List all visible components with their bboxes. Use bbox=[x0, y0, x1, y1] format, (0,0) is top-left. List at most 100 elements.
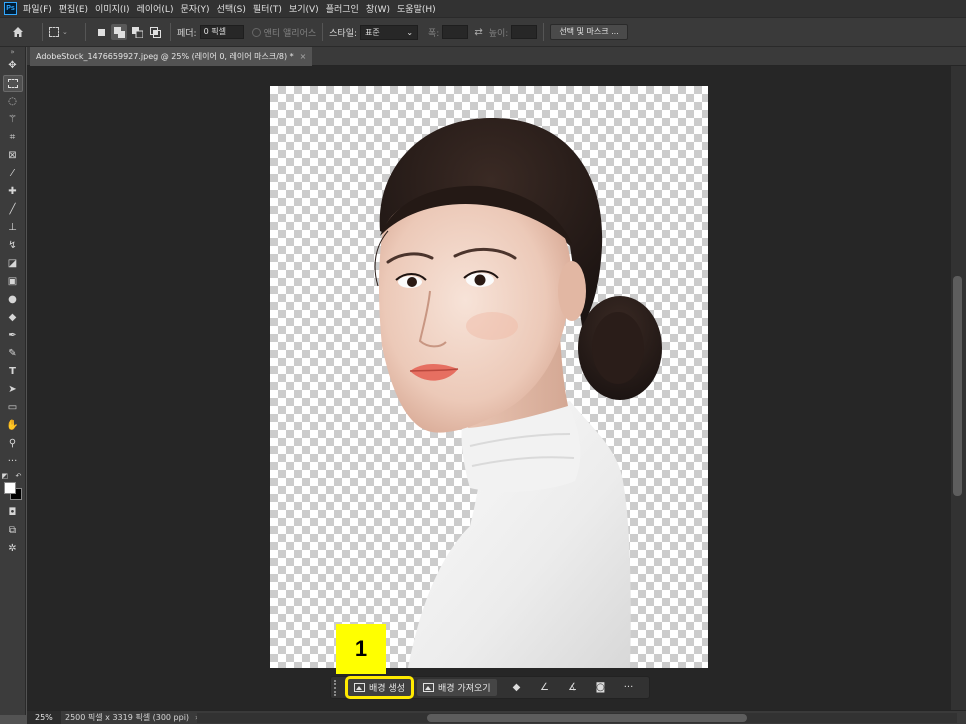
divider bbox=[322, 23, 324, 41]
menu-view[interactable]: 보기(V) bbox=[287, 2, 324, 15]
frame-tool-icon[interactable]: ⊠ bbox=[3, 147, 23, 164]
spot-healing-brush-icon[interactable]: ✚ bbox=[3, 183, 23, 200]
document-info: 2500 픽셀 x 3319 픽셀 (300 ppi) bbox=[65, 713, 190, 722]
menu-image[interactable]: 이미지(I) bbox=[93, 2, 135, 15]
close-icon[interactable]: × bbox=[300, 47, 307, 66]
default-colors-icon[interactable]: ◩ bbox=[2, 472, 9, 480]
menu-bar: Ps 파일(F) 편집(E) 이미지(I) 레이어(L) 문자(Y) 선택(S)… bbox=[0, 0, 966, 17]
fill-bucket-icon[interactable]: ◆ bbox=[506, 679, 528, 696]
add-selection-icon bbox=[113, 26, 125, 38]
feather-label: 페더: bbox=[177, 28, 197, 39]
pen-tool-alt-icon[interactable]: ✎ bbox=[3, 345, 23, 362]
new-selection-icon bbox=[97, 28, 105, 36]
document-tab[interactable]: AdobeStock_1476659927.jpeg @ 25% (레이어 0,… bbox=[30, 47, 313, 66]
drag-handle[interactable] bbox=[334, 679, 340, 696]
gradient-tool-icon[interactable]: ▣ bbox=[3, 273, 23, 290]
new-selection-button[interactable] bbox=[93, 24, 109, 40]
edit-toolbar-icon[interactable]: ··· bbox=[3, 453, 23, 470]
brush-subtract-icon[interactable]: ∡ bbox=[562, 679, 584, 696]
antialias-label: 앤티 앨리어스 bbox=[263, 28, 317, 39]
import-image-icon bbox=[422, 683, 434, 692]
menu-select[interactable]: 선택(S) bbox=[215, 2, 251, 15]
divider bbox=[543, 23, 545, 41]
divider bbox=[85, 23, 86, 41]
layer-mask-icon[interactable]: ◙ bbox=[590, 679, 612, 696]
tools-panel: » ✥ ◌ ⚚ ⌗ ⊠ ⁄ ✚ ╱ ⊥ ↯ ◪ ▣ ● ◆ ✒ ✎ T ➤ ▭ … bbox=[0, 47, 26, 715]
pen-tool-icon[interactable]: ✒ bbox=[3, 327, 23, 344]
subtract-selection-icon bbox=[131, 26, 143, 38]
foreground-color-swatch[interactable] bbox=[3, 482, 16, 494]
clone-stamp-tool-icon[interactable]: ⊥ bbox=[3, 219, 23, 236]
swap-icon[interactable]: ⇄ bbox=[474, 27, 482, 38]
menu-window[interactable]: 창(W) bbox=[364, 2, 395, 15]
document-tab-strip: AdobeStock_1476659927.jpeg @ 25% (레이어 0,… bbox=[27, 47, 966, 66]
chevron-down-icon: ⌄ bbox=[62, 28, 68, 36]
screen-mode-icon[interactable]: ⧉ bbox=[3, 522, 23, 539]
zoom-level[interactable]: 25% bbox=[27, 710, 61, 724]
menu-filter[interactable]: 필터(T) bbox=[251, 2, 287, 15]
dodge-tool-icon[interactable]: ◆ bbox=[3, 309, 23, 326]
vertical-scrollbar-thumb[interactable] bbox=[953, 276, 962, 496]
generative-fill-icon[interactable]: ✲ bbox=[3, 540, 23, 557]
intersect-selection-button[interactable] bbox=[147, 24, 163, 40]
menu-layer[interactable]: 레이어(L) bbox=[135, 2, 179, 15]
height-input[interactable] bbox=[511, 25, 538, 39]
image-icon bbox=[354, 683, 365, 692]
document-tab-title: AdobeStock_1476659927.jpeg @ 25% (레이어 0,… bbox=[36, 52, 294, 61]
crop-tool-icon[interactable]: ⌗ bbox=[3, 129, 23, 146]
divider bbox=[42, 23, 43, 41]
style-select[interactable]: 표준 ⌄ bbox=[360, 24, 419, 40]
subtract-from-selection-button[interactable] bbox=[129, 24, 145, 40]
menu-type[interactable]: 문자(Y) bbox=[178, 2, 214, 15]
generate-background-label: 배경 생성 bbox=[369, 684, 405, 694]
chevron-down-icon: ⌄ bbox=[406, 27, 414, 37]
horizontal-scrollbar-thumb[interactable] bbox=[427, 714, 747, 722]
more-options-icon[interactable]: ··· bbox=[618, 679, 640, 696]
rectangular-marquee-tool-icon[interactable] bbox=[2, 75, 23, 92]
generate-background-button[interactable]: 배경 생성 bbox=[345, 676, 414, 699]
zoom-tool-icon[interactable]: ⚲ bbox=[3, 435, 23, 452]
import-background-button[interactable]: 배경 가져오기 bbox=[416, 679, 497, 696]
history-brush-tool-icon[interactable]: ↯ bbox=[3, 237, 23, 254]
select-and-mask-button[interactable]: 선택 및 마스크 ... bbox=[550, 24, 628, 40]
style-label: 스타일: bbox=[329, 28, 358, 39]
horizontal-scrollbar[interactable] bbox=[197, 713, 957, 723]
antialias-checkbox[interactable] bbox=[251, 27, 261, 37]
move-tool-icon[interactable]: ✥ bbox=[3, 57, 23, 74]
menu-file[interactable]: 파일(F) bbox=[21, 2, 57, 15]
quick-mask-icon[interactable]: ◘ bbox=[3, 504, 23, 521]
width-label: 폭: bbox=[428, 28, 440, 39]
eyedropper-tool-icon[interactable]: ⁄ bbox=[3, 165, 23, 182]
style-value: 표준 bbox=[365, 27, 380, 37]
blur-tool-icon[interactable]: ● bbox=[3, 291, 23, 308]
home-icon[interactable] bbox=[12, 26, 24, 38]
menu-help[interactable]: 도움말(H) bbox=[395, 2, 441, 15]
width-input[interactable] bbox=[442, 25, 469, 39]
rectangle-tool-icon[interactable]: ▭ bbox=[3, 399, 23, 416]
color-swatches[interactable]: ◩ ↶ bbox=[2, 472, 24, 502]
menu-plugins[interactable]: 플러그인 bbox=[324, 2, 364, 15]
swap-colors-icon[interactable]: ↶ bbox=[16, 472, 22, 480]
import-background-label: 배경 가져오기 bbox=[437, 684, 491, 694]
path-selection-tool-icon[interactable]: ➤ bbox=[3, 381, 23, 398]
eraser-tool-icon[interactable]: ◪ bbox=[3, 255, 23, 272]
height-label: 높이: bbox=[488, 28, 509, 39]
brush-tool-icon[interactable]: ╱ bbox=[3, 201, 23, 218]
lasso-tool-icon[interactable]: ◌ bbox=[3, 93, 23, 110]
add-to-selection-button[interactable] bbox=[111, 24, 127, 40]
intersect-selection-icon bbox=[149, 26, 161, 38]
tool-preset-picker[interactable]: ⌄ bbox=[49, 23, 79, 41]
portrait-photo bbox=[374, 117, 662, 668]
panel-collapse-icon[interactable]: » bbox=[0, 47, 25, 57]
rectangular-marquee-icon bbox=[49, 27, 59, 37]
step-number-badge: 1 bbox=[336, 624, 386, 674]
divider bbox=[170, 23, 171, 41]
contextual-task-bar: 배경 생성 배경 가져오기 ◆ ∠ ∡ ◙ ··· bbox=[330, 676, 650, 699]
hand-tool-icon[interactable]: ✋ bbox=[3, 417, 23, 434]
brush-add-icon[interactable]: ∠ bbox=[534, 679, 556, 696]
document-canvas[interactable] bbox=[270, 86, 708, 668]
menu-edit[interactable]: 편집(E) bbox=[57, 2, 93, 15]
feather-input[interactable]: 0 픽셀 bbox=[199, 25, 244, 39]
type-tool-icon[interactable]: T bbox=[3, 363, 23, 380]
magic-wand-tool-icon[interactable]: ⚚ bbox=[3, 111, 23, 128]
